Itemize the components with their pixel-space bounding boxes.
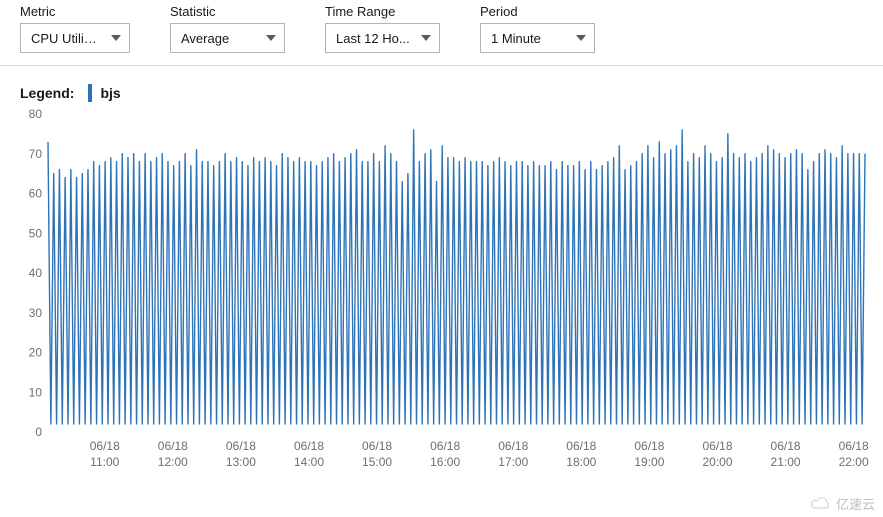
- svg-text:0: 0: [35, 425, 42, 439]
- period-label: Period: [480, 4, 595, 19]
- statistic-group: Statistic Average: [170, 4, 285, 53]
- metric-select-value: CPU Utiliz...: [31, 31, 101, 46]
- legend-title: Legend:: [20, 85, 74, 101]
- svg-text:11:00: 11:00: [90, 455, 119, 469]
- cloud-icon: [810, 497, 832, 511]
- statistic-label: Statistic: [170, 4, 285, 19]
- watermark: 亿速云: [810, 494, 875, 513]
- chevron-down-icon: [421, 35, 431, 41]
- svg-text:22:00: 22:00: [839, 455, 869, 469]
- svg-text:06/18: 06/18: [634, 439, 664, 453]
- svg-text:30: 30: [29, 306, 43, 320]
- svg-text:40: 40: [29, 266, 43, 280]
- svg-text:06/18: 06/18: [294, 439, 324, 453]
- svg-text:06/18: 06/18: [498, 439, 528, 453]
- legend: Legend: bjs: [0, 66, 883, 108]
- statistic-select[interactable]: Average: [170, 23, 285, 53]
- svg-text:06/18: 06/18: [90, 439, 120, 453]
- timerange-group: Time Range Last 12 Ho...: [325, 4, 440, 53]
- metric-label: Metric: [20, 4, 130, 19]
- svg-text:06/18: 06/18: [158, 439, 188, 453]
- statistic-select-value: Average: [181, 31, 229, 46]
- period-group: Period 1 Minute: [480, 4, 595, 53]
- timerange-select-value: Last 12 Ho...: [336, 31, 410, 46]
- legend-series-name: bjs: [100, 85, 120, 101]
- chevron-down-icon: [576, 35, 586, 41]
- chevron-down-icon: [111, 35, 121, 41]
- svg-text:15:00: 15:00: [362, 455, 392, 469]
- svg-text:19:00: 19:00: [634, 455, 664, 469]
- metric-select[interactable]: CPU Utiliz...: [20, 23, 130, 53]
- period-select-value: 1 Minute: [491, 31, 541, 46]
- timerange-label: Time Range: [325, 4, 440, 19]
- chart-area: 0 10 20 30 40 50 60 70 80 06/18 11:00 06/18 12:00 06/…: [20, 108, 869, 478]
- svg-text:06/18: 06/18: [430, 439, 460, 453]
- svg-text:20:00: 20:00: [702, 455, 732, 469]
- controls-bar: Metric CPU Utiliz... Statistic Average T…: [0, 0, 883, 66]
- watermark-text: 亿速云: [836, 494, 875, 513]
- svg-text:13:00: 13:00: [226, 455, 256, 469]
- svg-text:14:00: 14:00: [294, 455, 324, 469]
- svg-text:06/18: 06/18: [226, 439, 256, 453]
- svg-text:70: 70: [29, 147, 43, 161]
- timerange-select[interactable]: Last 12 Ho...: [325, 23, 440, 53]
- svg-text:16:00: 16:00: [430, 455, 460, 469]
- period-select[interactable]: 1 Minute: [480, 23, 595, 53]
- svg-text:21:00: 21:00: [771, 455, 801, 469]
- legend-swatch: [88, 84, 92, 102]
- svg-text:06/18: 06/18: [566, 439, 596, 453]
- metric-group: Metric CPU Utiliz...: [20, 4, 130, 53]
- svg-text:06/18: 06/18: [839, 439, 869, 453]
- svg-text:06/18: 06/18: [771, 439, 801, 453]
- chevron-down-icon: [266, 35, 276, 41]
- svg-text:06/18: 06/18: [702, 439, 732, 453]
- svg-text:60: 60: [29, 187, 43, 201]
- svg-text:12:00: 12:00: [158, 455, 188, 469]
- line-chart: 0 10 20 30 40 50 60 70 80 06/18 11:00 06/18 12:00 06/…: [20, 108, 869, 478]
- svg-text:50: 50: [29, 226, 43, 240]
- svg-text:06/18: 06/18: [362, 439, 392, 453]
- svg-text:18:00: 18:00: [566, 455, 596, 469]
- svg-text:80: 80: [29, 108, 43, 121]
- svg-text:20: 20: [29, 346, 43, 360]
- svg-text:17:00: 17:00: [498, 455, 528, 469]
- svg-text:10: 10: [29, 385, 43, 399]
